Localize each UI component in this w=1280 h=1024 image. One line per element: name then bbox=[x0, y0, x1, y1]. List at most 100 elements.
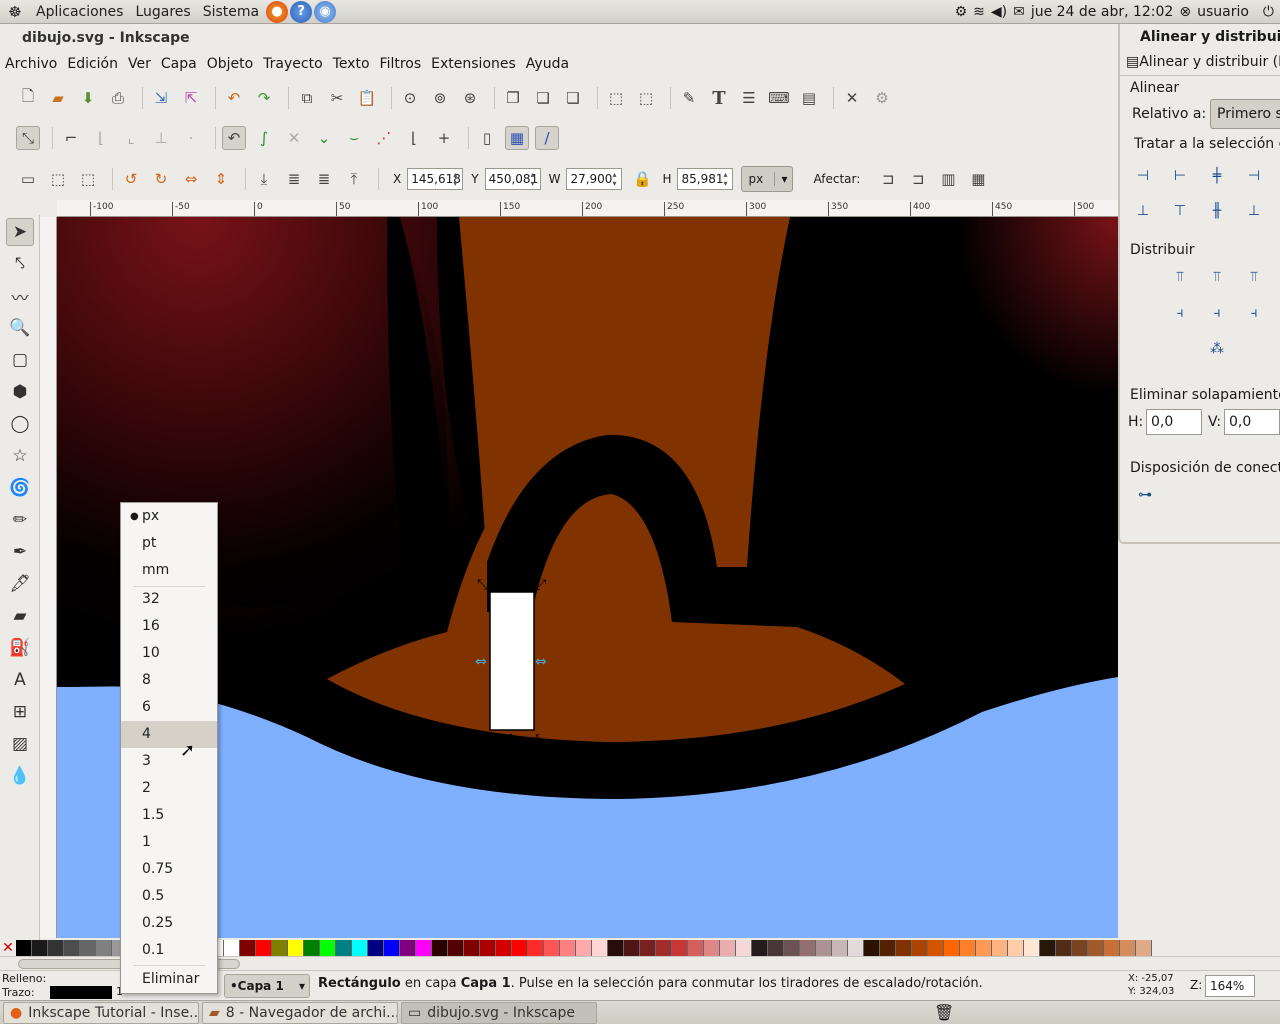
flip-horizontal-icon[interactable]: ⇔ bbox=[179, 167, 203, 191]
snap-smooth-icon[interactable]: ⌣ bbox=[342, 126, 366, 150]
palette-swatch[interactable] bbox=[992, 940, 1008, 956]
clock[interactable]: jue 24 de abr, 12:02 bbox=[1031, 4, 1174, 20]
palette-swatch[interactable] bbox=[320, 940, 336, 956]
palette-swatch[interactable] bbox=[400, 940, 416, 956]
affect-gradients-icon[interactable]: ▥ bbox=[936, 167, 960, 191]
wifi-icon[interactable]: ≋ bbox=[973, 4, 985, 20]
palette-swatch[interactable] bbox=[816, 940, 832, 956]
trash-icon[interactable]: 🗑 bbox=[934, 1003, 954, 1022]
snap-rotation-center-icon[interactable]: + bbox=[432, 126, 456, 150]
unit-option-0-5[interactable]: 0.5 bbox=[121, 883, 217, 910]
palette-swatch[interactable] bbox=[48, 940, 64, 956]
snap-nodes-icon[interactable]: ↶ bbox=[222, 126, 246, 150]
rotate-cw-icon[interactable]: ↻ bbox=[149, 167, 173, 191]
menu-file[interactable]: Archivo bbox=[0, 52, 62, 76]
distribute-top-icon[interactable]: ⫪ bbox=[1167, 264, 1193, 290]
palette-swatch[interactable] bbox=[688, 940, 704, 956]
palette-swatch[interactable] bbox=[64, 940, 80, 956]
palette-swatch[interactable] bbox=[864, 940, 880, 956]
zoom-page-icon[interactable]: ⊛ bbox=[458, 86, 482, 110]
treat-selection-checkbox-label[interactable]: Tratar a la selección co bbox=[1134, 136, 1280, 152]
unit-option-remove[interactable]: Eliminar bbox=[121, 966, 217, 993]
palette-swatch[interactable] bbox=[288, 940, 304, 956]
distribute-right-icon[interactable]: ⫞ bbox=[1241, 300, 1267, 326]
palette-swatch[interactable] bbox=[800, 940, 816, 956]
menu-filters[interactable]: Filtros bbox=[375, 52, 427, 76]
help-icon[interactable]: ? bbox=[290, 0, 313, 23]
overlap-v-input[interactable]: 0,0 bbox=[1224, 409, 1280, 435]
layer-select[interactable]: •Capa 1 ▾ bbox=[224, 974, 310, 998]
palette-swatch[interactable] bbox=[960, 940, 976, 956]
palette-swatch[interactable] bbox=[656, 940, 672, 956]
palette-swatch[interactable] bbox=[16, 940, 32, 956]
import-icon[interactable]: ⇲ bbox=[149, 86, 173, 110]
fill-stroke-icon[interactable]: ✎ bbox=[677, 86, 701, 110]
zoom-input[interactable]: 164% bbox=[1205, 975, 1255, 997]
task-firefox[interactable]: ● Inkscape Tutorial - Inse... bbox=[3, 1001, 199, 1024]
palette-swatch[interactable] bbox=[416, 940, 432, 956]
menu-edit[interactable]: Edición bbox=[62, 52, 123, 76]
no-paint-icon[interactable]: ✕ bbox=[0, 940, 16, 956]
ungroup-icon[interactable]: ⬚ bbox=[634, 86, 658, 110]
unit-option-3[interactable]: 3 bbox=[121, 748, 217, 775]
new-document-icon[interactable]: 🗋 bbox=[16, 86, 40, 110]
palette-swatch[interactable] bbox=[96, 940, 112, 956]
palette-swatch[interactable] bbox=[576, 940, 592, 956]
unit-option-2[interactable]: 2 bbox=[121, 775, 217, 802]
distribute-center-h-icon[interactable]: ⫞ bbox=[1204, 300, 1230, 326]
menu-places[interactable]: Lugares bbox=[129, 0, 196, 24]
palette-swatch[interactable] bbox=[1120, 940, 1136, 956]
ellipse-tool-icon[interactable]: ◯ bbox=[6, 410, 34, 438]
palette-swatch[interactable] bbox=[704, 940, 720, 956]
palette-swatch[interactable] bbox=[1072, 940, 1088, 956]
palette-swatch[interactable] bbox=[528, 940, 544, 956]
menu-view[interactable]: Ver bbox=[123, 52, 156, 76]
redo-icon[interactable]: ↷ bbox=[252, 86, 276, 110]
palette-swatch[interactable] bbox=[640, 940, 656, 956]
spiral-tool-icon[interactable]: 🌀 bbox=[6, 474, 34, 502]
unlink-clone-icon[interactable]: ❑ bbox=[561, 86, 585, 110]
unit-option-10[interactable]: 10 bbox=[121, 640, 217, 667]
raise-icon[interactable]: ≣ bbox=[312, 167, 336, 191]
unit-option-mm[interactable]: mm bbox=[121, 557, 217, 584]
distribute-center-v-icon[interactable]: ⫪ bbox=[1204, 264, 1230, 290]
align-bottom-icon[interactable]: ⊥ bbox=[1241, 198, 1267, 224]
align-right-icon[interactable]: ⊣ bbox=[1241, 163, 1267, 189]
selected-rectangle[interactable] bbox=[489, 591, 535, 731]
power-icon[interactable]: ⏻ bbox=[1263, 4, 1274, 20]
palette-swatch[interactable] bbox=[736, 940, 752, 956]
snap-bbox-center-icon[interactable]: ⋅ bbox=[179, 126, 203, 150]
affect-corners-icon[interactable]: ⊐ bbox=[906, 167, 930, 191]
cut-icon[interactable]: ✂ bbox=[325, 86, 349, 110]
palette-swatch[interactable] bbox=[784, 940, 800, 956]
save-icon[interactable]: ⬇ bbox=[76, 86, 100, 110]
palette-swatch[interactable] bbox=[1024, 940, 1040, 956]
rotate-ccw-icon[interactable]: ↺ bbox=[119, 167, 143, 191]
zoom-selection-icon[interactable]: ⊙ bbox=[398, 86, 422, 110]
snap-midpoint-icon[interactable]: ⋰ bbox=[372, 126, 396, 150]
palette-swatch[interactable] bbox=[1088, 940, 1104, 956]
mail-icon[interactable]: ✉ bbox=[1013, 4, 1025, 20]
selector-tool-icon[interactable]: ➤ bbox=[6, 218, 34, 246]
palette-swatch[interactable] bbox=[512, 940, 528, 956]
palette-swatch[interactable] bbox=[384, 940, 400, 956]
palette-swatch[interactable] bbox=[336, 940, 352, 956]
menu-help[interactable]: Ayuda bbox=[521, 52, 574, 76]
palette-swatch[interactable] bbox=[768, 940, 784, 956]
align-right-to-left-icon[interactable]: ⊣ bbox=[1130, 163, 1156, 189]
zoom-tool-icon[interactable]: 🔍 bbox=[6, 314, 34, 342]
menu-object[interactable]: Objeto bbox=[202, 52, 258, 76]
palette-swatch[interactable] bbox=[272, 940, 288, 956]
tweak-tool-icon[interactable]: 〰 bbox=[6, 282, 34, 310]
palette-swatch[interactable] bbox=[368, 940, 384, 956]
document-properties-icon[interactable]: ⚙ bbox=[870, 86, 894, 110]
dock-tab[interactable]: ▤Alinear y distribuir (M bbox=[1126, 54, 1280, 70]
snap-intersections-icon[interactable]: ✕ bbox=[282, 126, 306, 150]
undo-icon[interactable]: ↶ bbox=[222, 86, 246, 110]
menu-extensions[interactable]: Extensiones bbox=[426, 52, 521, 76]
palette-swatch[interactable] bbox=[912, 940, 928, 956]
select-all-layers-icon[interactable]: ⬚ bbox=[46, 167, 70, 191]
3dbox-tool-icon[interactable]: ⬢ bbox=[6, 378, 34, 406]
snap-enable-icon[interactable]: ⤡ bbox=[16, 126, 40, 150]
select-all-icon[interactable]: ▭ bbox=[16, 167, 40, 191]
